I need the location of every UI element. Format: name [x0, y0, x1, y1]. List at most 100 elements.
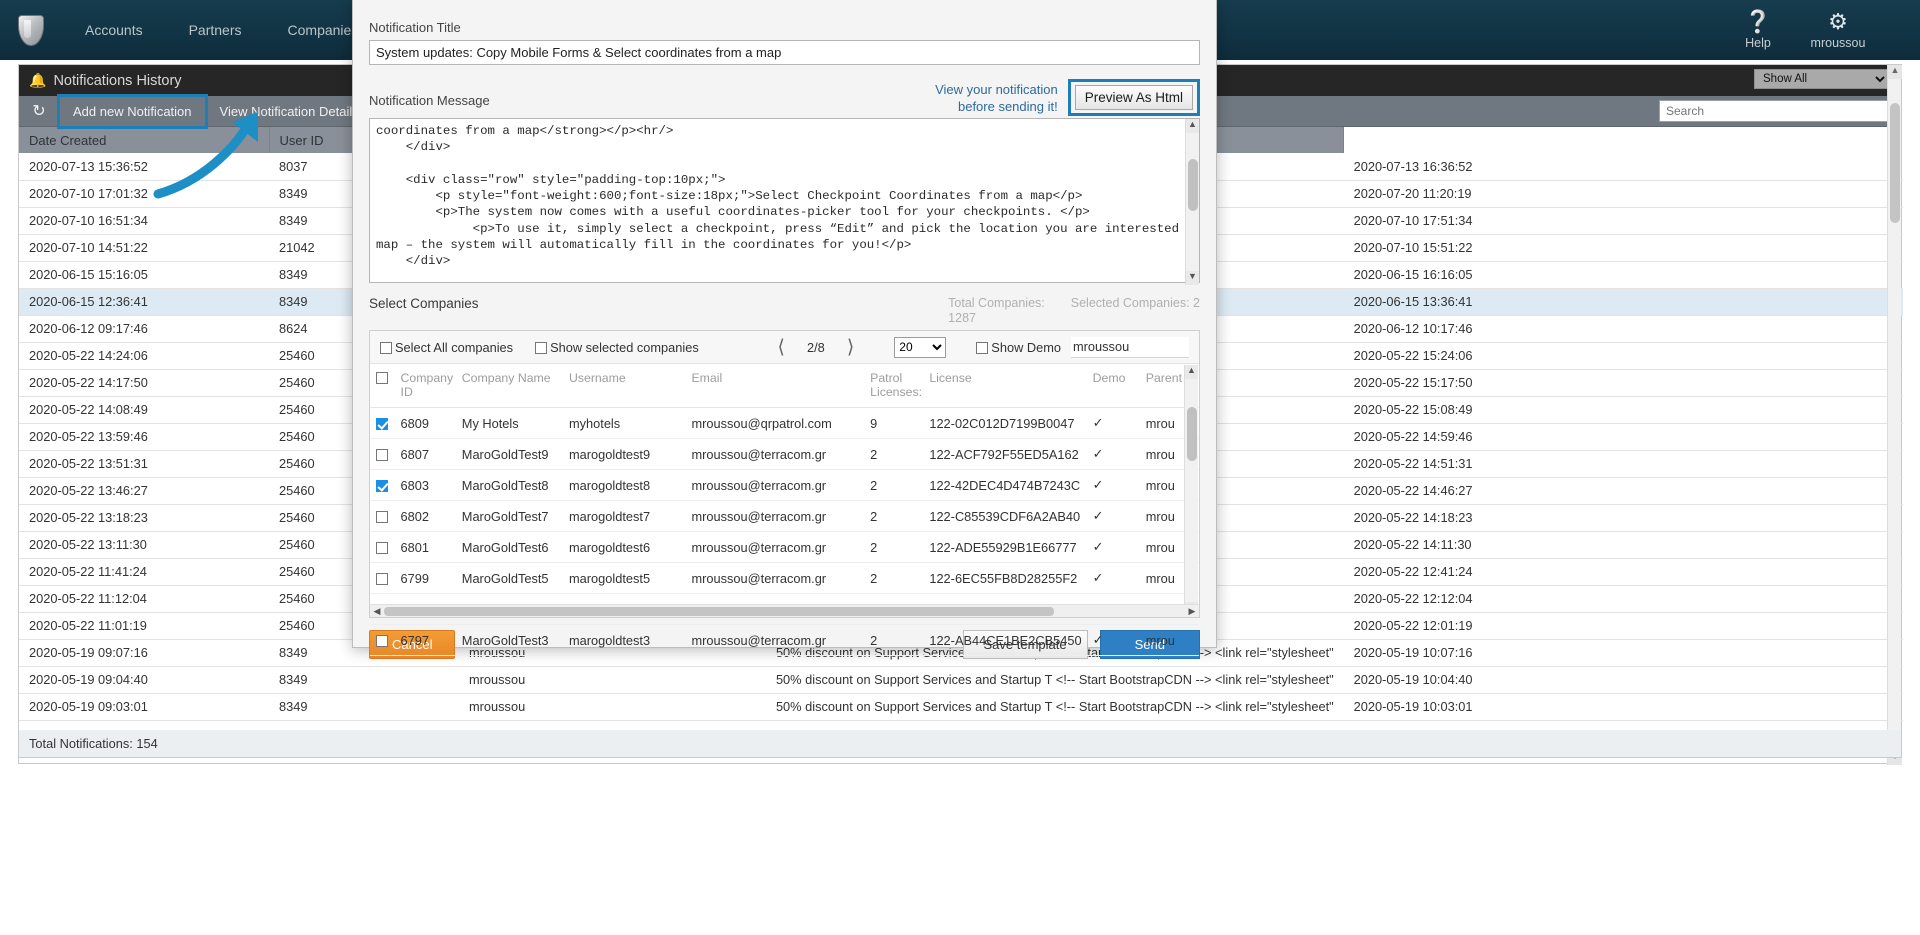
row-select-checkbox[interactable] [370, 500, 397, 532]
notification-modified: 2020-07-10 17:51:34 [1343, 207, 1903, 235]
notification-date: 2020-07-10 14:51:22 [19, 234, 269, 262]
checkbox-box [535, 341, 548, 354]
notification-modified: 2020-06-15 16:16:05 [1343, 261, 1903, 289]
chevron-right-icon[interactable]: ⟩ [833, 338, 868, 357]
message-scroll-down-icon[interactable]: ▼ [1186, 271, 1199, 285]
checkbox-box [375, 634, 388, 647]
help-button[interactable]: ❔ Help [1718, 9, 1798, 51]
notification-modified: 2020-05-22 14:18:23 [1343, 504, 1903, 532]
row-select-checkbox[interactable] [370, 438, 397, 470]
notification-date: 2020-05-22 11:41:24 [19, 558, 269, 586]
table-row[interactable]: 6802 MaroGoldTest7 marogoldtest7 mroussou@t… [370, 500, 1199, 532]
nav-item-accounts[interactable]: Accounts [62, 0, 166, 60]
cell-license: 122-02C012D7199B0047 [925, 407, 1089, 439]
notification-date: 2020-06-15 15:16:05 [19, 261, 269, 289]
chevron-left-icon[interactable]: ⟨ [763, 338, 798, 357]
row-select-checkbox[interactable] [370, 531, 397, 563]
user-menu-button[interactable]: ⚙ mroussou [1798, 9, 1878, 51]
row-select-checkbox[interactable] [370, 469, 397, 501]
scroll-up-icon[interactable]: ▲ [1888, 65, 1902, 79]
page-title: Notifications History [53, 72, 182, 89]
show-all-select[interactable]: Show All [1754, 69, 1889, 89]
notification-modified: 2020-05-22 15:24:06 [1343, 342, 1903, 370]
show-all-filter-wrap: Show All [1754, 69, 1889, 89]
notifications-column-header[interactable]: Date Created [19, 127, 270, 153]
select-companies-header: Select Companies Total Companies: 1287 S… [369, 296, 1200, 326]
gear-icon: ⚙ [1828, 9, 1848, 34]
bell-icon: 🔔 [29, 72, 47, 88]
row-select-checkbox[interactable] [370, 562, 397, 594]
table-row[interactable]: 6809 My Hotels myhotels mroussou@qrpatrol.c… [370, 407, 1199, 439]
header-select-checkbox[interactable] [370, 364, 397, 408]
show-demo-checkbox[interactable]: Show Demo [976, 340, 1061, 355]
message-scrollbar[interactable]: ▲ ▼ [1185, 119, 1199, 285]
notification-message-textarea[interactable] [369, 118, 1200, 283]
company-counts: Total Companies: 1287 Selected Companies… [948, 296, 1200, 326]
cell-demo: ✓ [1088, 531, 1142, 563]
preview-hint: View your notification before sending it… [935, 81, 1058, 115]
message-scroll-up-icon[interactable]: ▲ [1186, 119, 1199, 133]
row-select-checkbox[interactable] [370, 407, 397, 439]
page-size-select[interactable]: 20 [894, 336, 947, 358]
hscrollbar-thumb[interactable] [384, 606, 1054, 616]
page-scrollbar[interactable]: ▲ ▼ [1887, 65, 1902, 765]
notification-user-id: 8349 [269, 666, 459, 694]
notification-date: 2020-07-10 16:51:34 [19, 207, 269, 235]
table-row[interactable]: 2020-05-19 09:04:40 8349 mroussou 50% disco… [19, 666, 1903, 694]
notification-date: 2020-06-15 12:36:41 [19, 288, 269, 316]
cell-license: 122-42DEC4D474B7243C [925, 469, 1089, 501]
notification-body: 50% discount on Support Services and Sta… [765, 693, 1344, 721]
message-scrollbar-thumb[interactable] [1188, 159, 1198, 211]
app-logo[interactable] [0, 14, 62, 46]
table-row[interactable]: 6807 MaroGoldTest9 marogoldtest9 mroussou@t… [370, 438, 1199, 470]
cell-company-id: 6799 [396, 562, 458, 594]
table-row[interactable]: 2020-05-19 09:03:01 8349 mroussou 50% disco… [19, 693, 1903, 721]
cell-company-name: MaroGoldTest9 [457, 438, 565, 470]
add-new-notification-button[interactable]: Add new Notification [57, 93, 208, 129]
preview-button-highlight: Preview As Html [1067, 79, 1200, 116]
select-all-companies-checkbox[interactable]: Select All companies [380, 340, 513, 355]
table-row[interactable]: 6797 MaroGoldTest3 marogoldtest3 mroussou@t… [370, 624, 1199, 656]
checkbox-box [375, 372, 388, 384]
cell-email: mroussou@terracom.gr [687, 531, 867, 563]
cell-email: mroussou@terracom.gr [687, 469, 867, 501]
hscroll-right-icon[interactable]: ▶ [1185, 606, 1199, 617]
show-selected-companies-checkbox[interactable]: Show selected companies [535, 340, 699, 355]
search-input[interactable] [1659, 100, 1889, 122]
companies-scrollbar-thumb[interactable] [1187, 407, 1197, 461]
hscroll-left-icon[interactable]: ◀ [370, 606, 384, 617]
companies-toolbar: Select All companies Show selected compa… [370, 331, 1199, 364]
notification-date: 2020-05-22 13:51:31 [19, 450, 269, 478]
row-select-checkbox[interactable] [370, 624, 397, 656]
total-companies: Total Companies: 1287 [948, 296, 1045, 326]
cell-username: marogoldtest6 [564, 531, 688, 563]
refresh-icon[interactable]: ↻ [19, 101, 59, 121]
table-row[interactable]: 6799 MaroGoldTest5 marogoldtest5 mroussou@t… [370, 562, 1199, 594]
notification-body: 50% discount on Support Services and Sta… [765, 666, 1344, 694]
companies-vertical-scrollbar[interactable]: ▲ ▼ [1184, 365, 1198, 616]
table-row[interactable]: 6803 MaroGoldTest8 marogoldtest8 mroussou@t… [370, 469, 1199, 501]
view-notification-details-button[interactable]: View Notification Details [206, 96, 373, 127]
preview-as-html-button[interactable]: Preview As Html [1074, 85, 1193, 110]
page-indicator: 2/8 [806, 339, 825, 355]
cell-demo: ✓ [1088, 624, 1142, 656]
message-area-wrap: ▲ ▼ [369, 118, 1200, 286]
checkbox-box [375, 541, 388, 554]
select-companies-title: Select Companies [369, 296, 479, 311]
notification-title-input[interactable] [369, 40, 1200, 65]
cell-company-name: MaroGoldTest7 [457, 500, 565, 532]
cell-license: 122-ACF792F55ED5A162 [925, 438, 1089, 470]
checkbox-box [375, 479, 388, 492]
preview-hint-line-1: View your notification [935, 81, 1058, 97]
scrollbar-thumb[interactable] [1890, 103, 1900, 223]
companies-scroll-up-icon[interactable]: ▲ [1185, 365, 1198, 379]
show-selected-companies-label: Show selected companies [550, 339, 699, 355]
owner-filter-input[interactable] [1071, 336, 1189, 358]
table-row[interactable]: 6801 MaroGoldTest6 marogoldtest6 mroussou@t… [370, 531, 1199, 563]
notification-modified: 2020-05-22 14:51:31 [1343, 450, 1903, 478]
companies-horizontal-scrollbar[interactable]: ◀ ▶ [370, 604, 1199, 617]
nav-item-partners[interactable]: Partners [166, 0, 265, 60]
user-label: mroussou [1810, 36, 1866, 50]
question-circle-icon: ❔ [1744, 9, 1772, 34]
notification-date: 2020-05-19 09:07:16 [19, 639, 269, 667]
